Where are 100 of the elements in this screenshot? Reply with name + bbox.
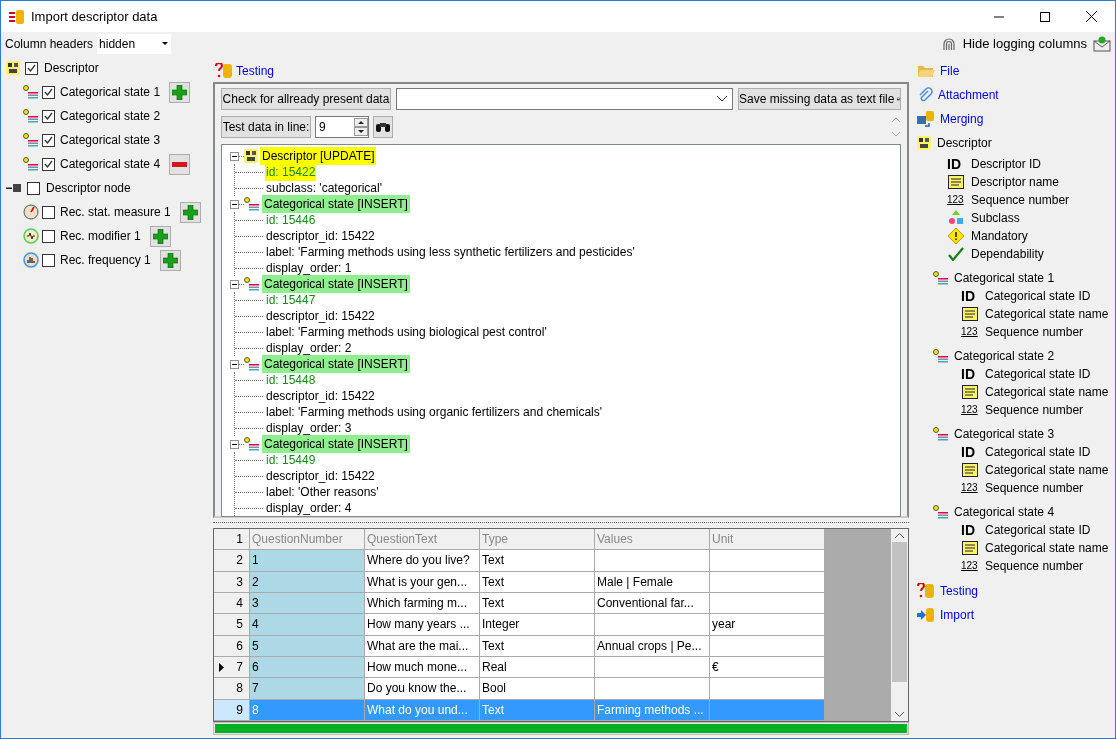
folder-icon (917, 64, 935, 78)
tree-label[interactable]: Categorical state 4 (60, 155, 161, 173)
tree-leaf-label[interactable]: id: 15449 (265, 451, 317, 469)
nav-link[interactable]: Merging (940, 110, 984, 128)
shapes-icon (948, 210, 964, 226)
field-label: Categorical state name (985, 384, 1109, 401)
tree-node-label[interactable]: Categorical state [INSERT] (262, 195, 410, 213)
tree-node-label[interactable]: Categorical state [INSERT] (262, 435, 410, 453)
result-dropdown[interactable] (395, 88, 733, 110)
add-button[interactable] (159, 249, 181, 271)
row-header[interactable]: 6 (214, 635, 250, 657)
tree-leaf-label[interactable]: descriptor_id: 15422 (265, 307, 376, 325)
window-title: Import descriptor data (31, 7, 158, 26)
tree-label[interactable]: Rec. modifier 1 (60, 227, 141, 245)
categorical-icon (244, 277, 260, 291)
checkbox[interactable] (42, 85, 55, 99)
nav-link[interactable]: File (940, 62, 960, 80)
tree-leaf-label[interactable]: label: 'Farming methods using less synthetic fertilizers and pesticides' (265, 243, 636, 261)
row-header[interactable]: 2 (214, 550, 250, 572)
nav-link[interactable]: Attachment (938, 86, 999, 104)
tree-leaf-label[interactable]: descriptor_id: 15422 (265, 467, 376, 485)
vertical-scrollbar[interactable] (891, 529, 908, 721)
column-headers-dropdown[interactable]: hidden (97, 34, 172, 54)
tree-leaf-label[interactable]: display_order: 1 (265, 259, 353, 277)
checkbox[interactable] (25, 61, 38, 75)
tree-label[interactable]: Categorical state 1 (60, 83, 161, 101)
checkbox[interactable] (42, 109, 55, 123)
save-missing-data-button[interactable]: Save missing data as text file (738, 88, 901, 110)
collapse-toggle[interactable] (230, 439, 239, 449)
tree-node-label[interactable]: Descriptor [UPDATE] (260, 147, 377, 165)
remove-button[interactable] (169, 153, 191, 175)
row-header[interactable]: 3 (214, 571, 250, 593)
close-icon[interactable] (1086, 11, 1097, 22)
checkbox[interactable] (42, 253, 55, 267)
scroll-up-icon[interactable] (895, 533, 904, 538)
tree-label[interactable]: Categorical state 2 (60, 107, 161, 125)
find-button[interactable] (373, 116, 393, 138)
collapse-toggle[interactable] (230, 151, 239, 161)
tree-leaf-label[interactable]: id: 15448 (265, 371, 317, 389)
tree-leaf-label[interactable]: id: 15446 (265, 211, 317, 229)
field-label: Sequence number (985, 324, 1084, 341)
tree-leaf-label[interactable]: display_order: 3 (265, 419, 353, 437)
tree-label[interactable]: Descriptor node (46, 179, 131, 197)
table-cell: Bool (480, 678, 595, 700)
checkbox[interactable] (42, 157, 55, 171)
tree-leaf-label[interactable]: label: 'Farming methods using organic fertilizers and chemicals' (265, 403, 604, 421)
collapse-toggle[interactable] (230, 199, 239, 209)
row-header[interactable]: 4 (214, 593, 250, 615)
collapse-toggle[interactable] (230, 279, 239, 289)
tree-node-label[interactable]: Categorical state [INSERT] (262, 275, 410, 293)
testing-link[interactable]: Testing (236, 61, 275, 80)
field-label: Categorical state ID (985, 444, 1091, 461)
test-data-line-button[interactable]: Test data in line: (221, 116, 311, 138)
table-cell: Farming methods ... (595, 699, 710, 721)
table-cell: 4 (250, 614, 365, 636)
dropdown-arrow-icon (162, 42, 169, 46)
checkbox[interactable] (27, 181, 40, 195)
mail-download-icon[interactable] (1093, 36, 1111, 52)
tree-leaf-label[interactable]: display_order: 4 (265, 499, 353, 517)
tree-leaf-label[interactable]: label: 'Farming methods using biological pest control' (265, 323, 548, 341)
tree-label[interactable]: Rec. frequency 1 (60, 251, 151, 269)
tree-leaf-label[interactable]: subclass: 'categorical' (265, 179, 383, 197)
add-button[interactable] (179, 201, 201, 223)
table-cell: Integer (480, 614, 595, 636)
tree-leaf-label[interactable]: display_order: 2 (265, 339, 353, 357)
table-cell: 3 (250, 593, 365, 615)
row-header[interactable]: 8 (214, 678, 250, 700)
table-cell: Annual crops | Pe... (595, 635, 710, 657)
tree-leaf-label[interactable]: descriptor_id: 15422 (265, 387, 376, 405)
tree-leaf-label[interactable]: id: 15447 (265, 291, 317, 309)
checkbox[interactable] (42, 133, 55, 147)
nav-link[interactable]: Import (940, 606, 974, 624)
tree-label[interactable]: Descriptor (44, 59, 99, 77)
nav-link[interactable]: Testing (940, 582, 979, 600)
merge-icon (917, 111, 935, 127)
tree-leaf-label[interactable]: label: 'Other reasons' (265, 483, 380, 501)
collapse-toggle[interactable] (230, 359, 239, 369)
hide-logging-columns-button[interactable]: Hide logging columns (962, 34, 1087, 54)
scroll-down-icon[interactable] (895, 712, 904, 717)
tree-label[interactable]: Rec. stat. measure 1 (60, 203, 171, 221)
checkbox[interactable] (42, 205, 55, 219)
add-button[interactable] (169, 81, 191, 103)
row-header[interactable]: 5 (214, 614, 250, 636)
add-button[interactable] (149, 225, 171, 247)
current-row-icon (219, 662, 224, 672)
text-field-icon (962, 307, 978, 321)
checkbox[interactable] (42, 229, 55, 243)
table-cell: 8 (250, 699, 365, 721)
import-icon (917, 607, 935, 623)
tree-leaf-label[interactable]: id: 15422 (265, 163, 317, 181)
row-header[interactable]: 9 (214, 699, 250, 721)
tree-leaf-label[interactable]: descriptor_id: 15422 (265, 227, 376, 245)
categorical-icon (23, 109, 39, 123)
row-header[interactable]: 7 (214, 656, 250, 679)
tree-node-label[interactable]: Categorical state [INSERT] (262, 355, 410, 373)
tree-label[interactable]: Categorical state 3 (60, 131, 161, 149)
check-present-data-button[interactable]: Check for allready present data (221, 88, 391, 110)
table-cell: Text (480, 593, 595, 615)
line-number-spinner[interactable]: 9 (315, 116, 369, 138)
maximize-icon[interactable] (1040, 11, 1050, 22)
